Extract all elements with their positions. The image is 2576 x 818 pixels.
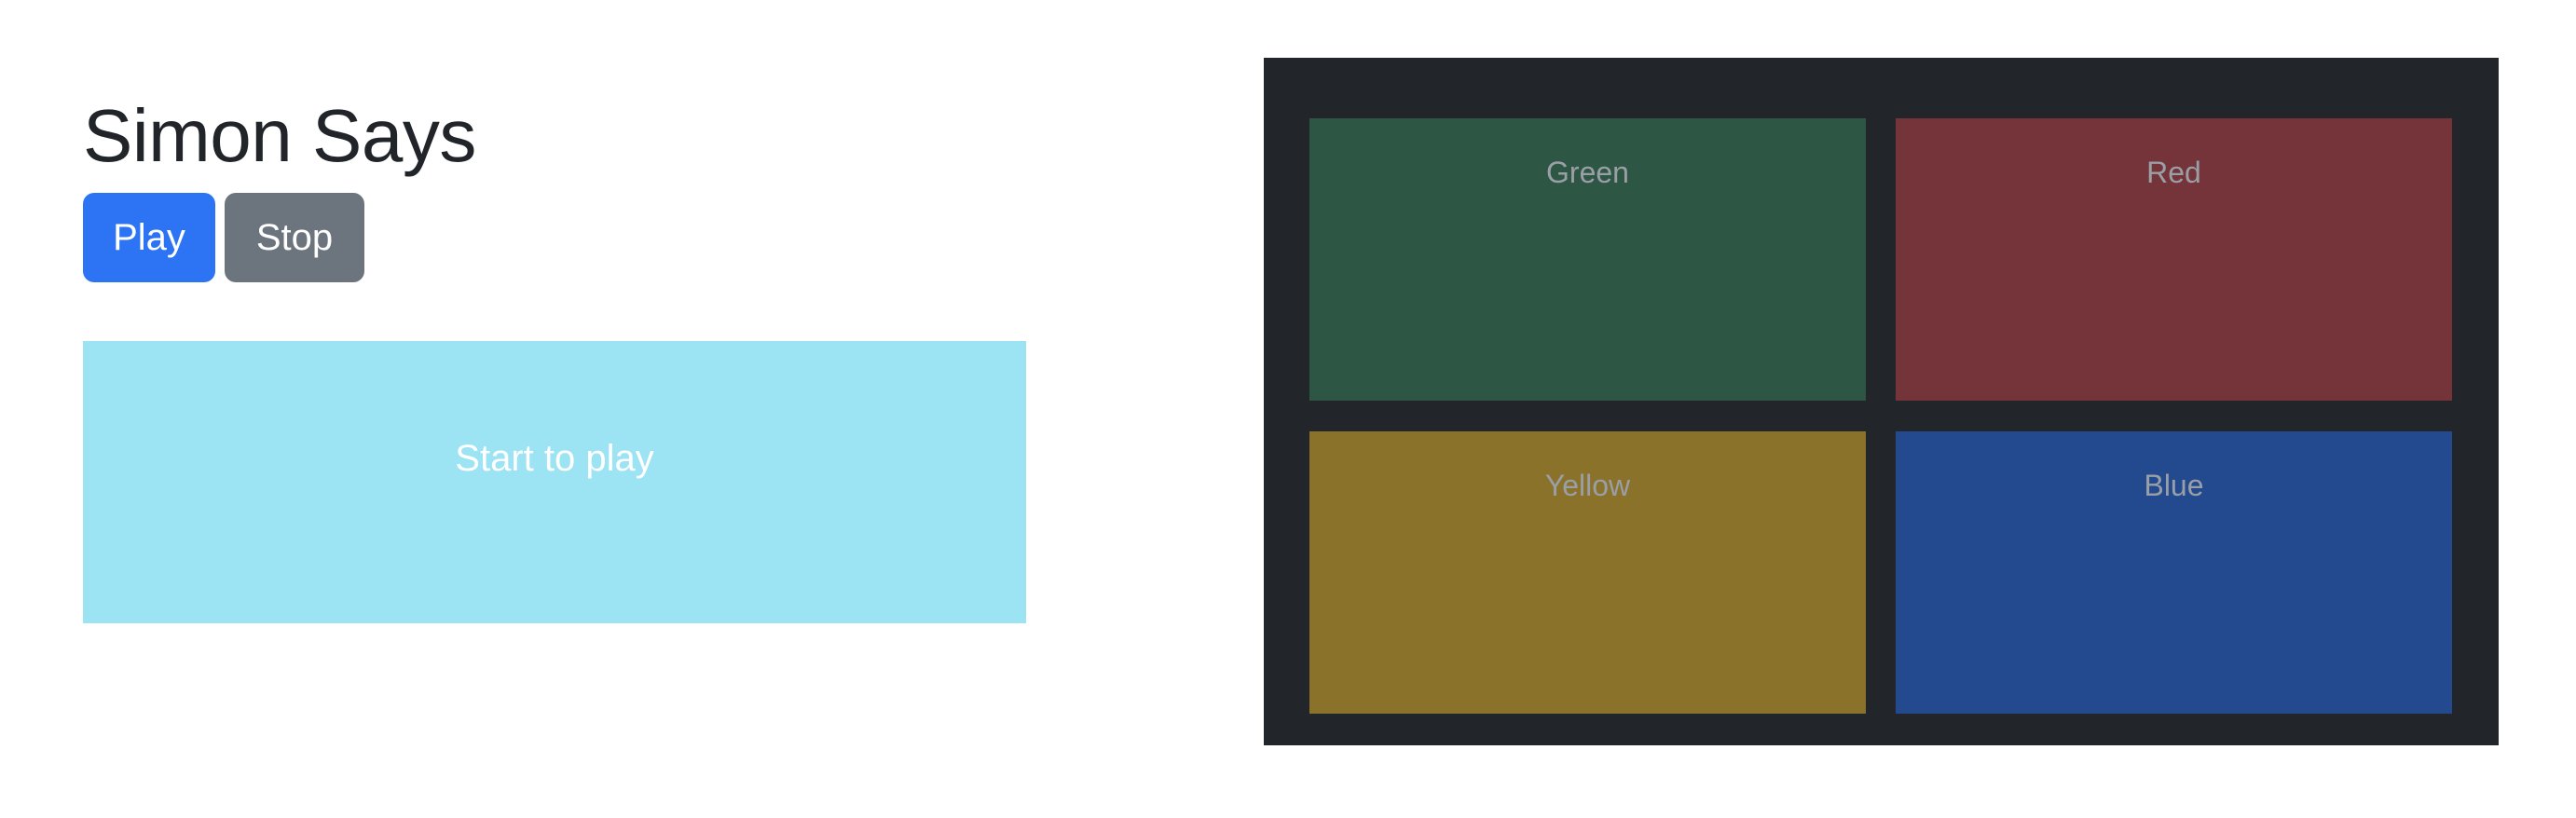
stop-button[interactable]: Stop	[225, 193, 364, 282]
status-message: Start to play	[455, 438, 654, 479]
blue-pad[interactable]: Blue	[1896, 431, 2452, 714]
green-pad-label: Green	[1546, 156, 1629, 189]
game-header: Simon Says Play Stop	[83, 91, 1026, 282]
yellow-pad[interactable]: Yellow	[1309, 431, 1866, 714]
page-title: Simon Says	[83, 94, 476, 177]
red-pad-label: Red	[2146, 156, 2201, 189]
red-pad[interactable]: Red	[1896, 118, 2452, 401]
green-pad[interactable]: Green	[1309, 118, 1866, 401]
control-buttons: Play Stop	[83, 193, 1026, 282]
simon-board: Green Red Yellow Blue	[1264, 58, 2499, 745]
play-button[interactable]: Play	[83, 193, 215, 282]
yellow-pad-label: Yellow	[1544, 469, 1631, 502]
blue-pad-label: Blue	[2144, 469, 2204, 502]
status-message-panel: Start to play	[83, 341, 1026, 623]
